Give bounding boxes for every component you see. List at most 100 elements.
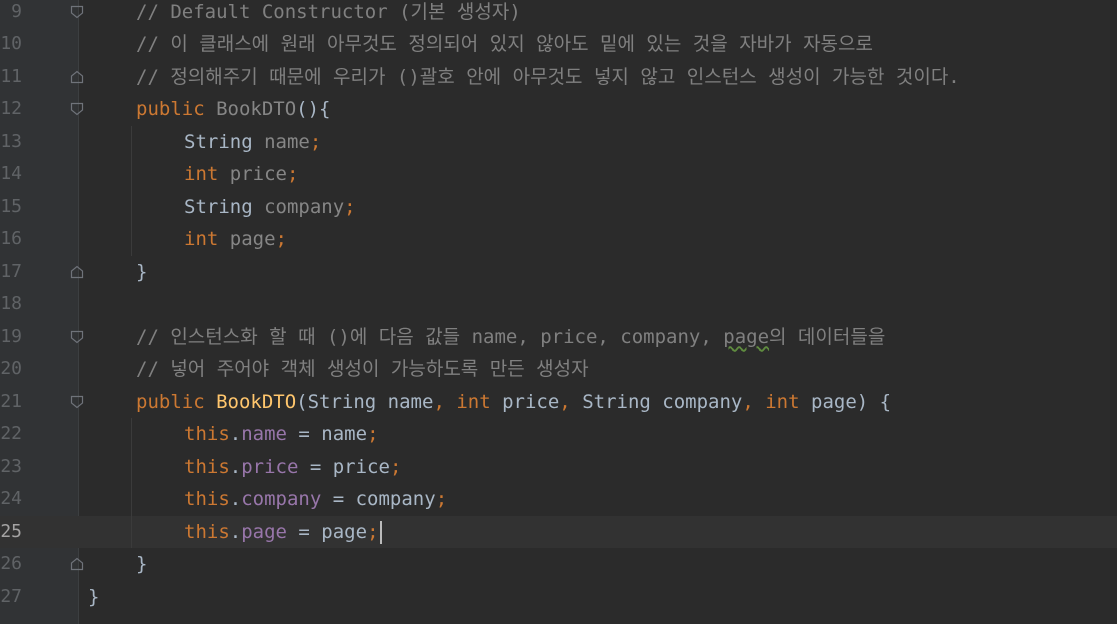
code-token: price: [241, 455, 299, 478]
fold-collapse-icon[interactable]: [70, 330, 84, 344]
line-number: 27: [0, 585, 22, 607]
fold-end-icon[interactable]: [70, 265, 84, 279]
code-line[interactable]: 27}: [0, 581, 1117, 614]
code-line[interactable]: 15 String company;: [0, 191, 1117, 224]
code-text[interactable]: this.price = price;: [184, 451, 401, 484]
code-token: // 인스턴스화 할 때 ()에 다음 값들 name, price, comp…: [136, 325, 724, 348]
code-token: String: [184, 195, 265, 218]
line-number: 15: [0, 195, 22, 217]
code-line[interactable]: 25 this.page = page;: [0, 515, 1117, 549]
code-text[interactable]: // Default Constructor (기본 생성자): [136, 0, 521, 28]
code-token: ,: [433, 390, 457, 413]
code-text[interactable]: public BookDTO(String name, int price, S…: [136, 386, 891, 419]
code-token: // Default Constructor (기본 생성자): [136, 0, 521, 23]
code-token: BookDTO: [216, 98, 297, 120]
line-number: 25: [0, 520, 22, 542]
line-number: 26: [0, 553, 22, 574]
line-number: 12: [0, 98, 22, 119]
code-text[interactable]: // 이 클래스에 원래 아무것도 정의되어 있지 않아도 밑에 있는 것을 자…: [136, 28, 873, 61]
code-line[interactable]: 17}: [0, 256, 1117, 289]
code-text[interactable]: }: [136, 256, 147, 289]
fold-collapse-icon[interactable]: [70, 5, 84, 19]
code-line[interactable]: 18: [0, 288, 1117, 321]
code-text[interactable]: // 인스턴스화 할 때 ()에 다음 값들 name, price, comp…: [136, 321, 885, 354]
code-line[interactable]: 19 // 인스턴스화 할 때 ()에 다음 값들 name, price, co…: [0, 321, 1117, 354]
code-token: ;: [309, 130, 322, 153]
code-token: price: [229, 163, 287, 185]
fold-collapse-icon[interactable]: [70, 395, 84, 409]
code-line[interactable]: 12 public BookDTO(){: [0, 93, 1117, 126]
code-token: company: [241, 488, 322, 510]
code-text[interactable]: // 넣어 주어야 객체 생성이 가능하도록 만든 생성자: [136, 353, 589, 386]
fold-end-icon[interactable]: [70, 70, 84, 84]
fold-collapse-icon[interactable]: [70, 102, 84, 116]
code-line[interactable]: 24 this.company = company;: [0, 483, 1117, 516]
code-text[interactable]: }: [88, 581, 99, 614]
code-text[interactable]: this.name = name;: [184, 418, 379, 451]
code-text[interactable]: this.page = page;: [184, 516, 382, 549]
code-token: .: [229, 520, 242, 543]
code-token: // 정의해주기 때문에 우리가 ()괄호 안에 아무것도 넣지 않고 인스턴스…: [136, 65, 960, 88]
fold-end-icon[interactable]: [70, 557, 84, 571]
code-text[interactable]: String name;: [184, 126, 321, 159]
code-token: int: [184, 163, 230, 185]
line-number: 13: [0, 130, 22, 152]
code-line[interactable]: 23 this.price = price;: [0, 451, 1117, 484]
code-token: = company: [321, 488, 436, 510]
code-token: ;: [367, 520, 379, 543]
code-token: int: [184, 228, 230, 250]
code-line[interactable]: 14 int price;: [0, 158, 1117, 191]
line-number: 20: [0, 358, 22, 379]
line-number: 10: [0, 33, 22, 54]
line-number: 9: [11, 0, 22, 22]
code-token: ,: [559, 390, 583, 413]
code-line[interactable]: 13 String name;: [0, 126, 1117, 159]
code-line[interactable]: 21 public BookDTO(String name, int price,…: [0, 386, 1117, 419]
code-token: = page: [286, 520, 368, 543]
code-token: String company: [582, 390, 743, 413]
code-token: ,: [742, 390, 766, 413]
code-token: price: [502, 390, 560, 413]
code-token: }: [88, 585, 100, 608]
code-token: ;: [275, 228, 287, 250]
code-token: .: [229, 423, 242, 445]
line-number: 24: [0, 488, 22, 509]
code-line[interactable]: 16 int page;: [0, 223, 1117, 256]
code-token: public: [136, 98, 217, 120]
line-number: 22: [0, 423, 22, 444]
code-token: .: [229, 488, 242, 510]
line-number: 23: [0, 455, 22, 477]
code-editor[interactable]: 9 // Default Constructor (기본 생성자) 10 // 이 클…: [0, 0, 1117, 624]
code-token: ;: [367, 423, 379, 445]
code-line[interactable]: 26}: [0, 548, 1117, 581]
code-text[interactable]: int page;: [184, 223, 287, 256]
code-token: this: [184, 488, 230, 510]
code-token: page: [241, 520, 287, 543]
code-line[interactable]: 20 // 넣어 주어야 객체 생성이 가능하도록 만든 생성자: [0, 353, 1117, 386]
code-text[interactable]: int price;: [184, 158, 298, 191]
code-token: int: [765, 390, 811, 413]
code-text[interactable]: public BookDTO(){: [136, 93, 330, 126]
code-line[interactable]: 9 // Default Constructor (기본 생성자): [0, 0, 1117, 28]
code-token: page) {: [811, 390, 892, 413]
code-token: String: [184, 130, 265, 153]
code-token: public: [136, 390, 217, 413]
code-text[interactable]: String company;: [184, 191, 356, 224]
line-number: 18: [0, 293, 22, 314]
code-token: (){: [296, 98, 331, 120]
code-line[interactable]: 22 this.name = name;: [0, 418, 1117, 451]
code-text[interactable]: // 정의해주기 때문에 우리가 ()괄호 안에 아무것도 넣지 않고 인스턴스…: [136, 61, 960, 94]
code-token: BookDTO: [216, 390, 297, 413]
code-token: name: [264, 130, 310, 153]
code-token: }: [136, 260, 148, 283]
code-line[interactable]: 10 // 이 클래스에 원래 아무것도 정의되어 있지 않아도 밑에 있는 것을…: [0, 28, 1117, 61]
code-token: ;: [435, 488, 448, 510]
code-token: ;: [344, 195, 356, 218]
code-text[interactable]: this.company = company;: [184, 483, 447, 516]
code-token: this: [184, 455, 230, 478]
code-token: company: [264, 195, 345, 218]
code-token: = price: [298, 455, 390, 478]
code-token: .: [229, 455, 242, 478]
code-line[interactable]: 11 // 정의해주기 때문에 우리가 ()괄호 안에 아무것도 넣지 않고 인스…: [0, 61, 1117, 94]
code-text[interactable]: }: [136, 548, 147, 581]
